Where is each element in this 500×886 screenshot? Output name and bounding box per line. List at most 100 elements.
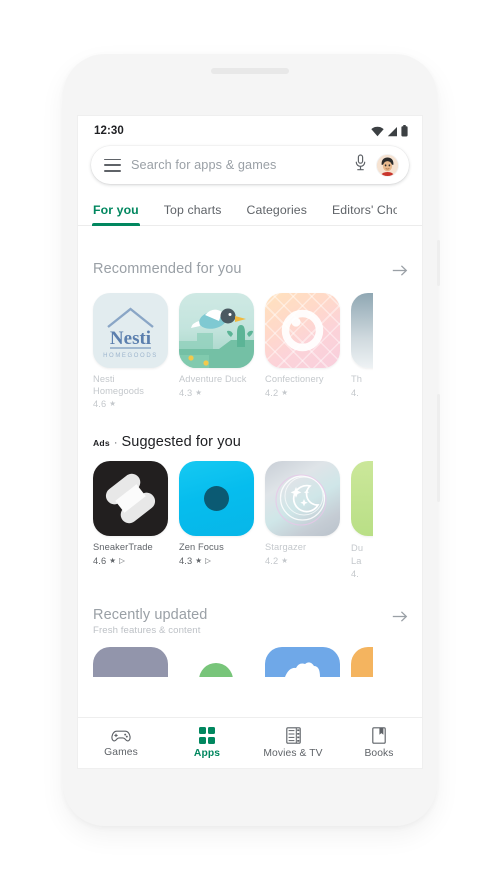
film-strip-icon (285, 727, 301, 744)
peek-app-icon-4[interactable] (351, 647, 373, 678)
wifi-icon (371, 126, 384, 136)
star-icon: ★ (109, 556, 117, 566)
svg-text:Nesti: Nesti (110, 328, 151, 349)
rating-value: 4.2 (265, 555, 279, 566)
app-rating: 4.2 ★ (265, 388, 340, 398)
screenshot-root: 12:30 Search for apps & games For you To… (0, 0, 500, 886)
power-button[interactable] (437, 394, 440, 502)
rating-value: 4.6 (93, 399, 107, 410)
microphone-icon[interactable] (354, 154, 367, 176)
recently-updated-subtitle: Fresh features & content (93, 625, 201, 637)
nav-item-books[interactable]: Books (336, 727, 422, 759)
ad-badge-icon: ▷ (205, 556, 211, 566)
nav-item-apps[interactable]: Apps (164, 727, 250, 759)
peek-app-icon-2[interactable] (179, 647, 254, 678)
user-avatar[interactable] (377, 154, 398, 176)
battery-icon (401, 125, 408, 137)
sneakertrade-icon (93, 461, 168, 537)
app-card-zen-focus[interactable]: Zen Focus 4.3 ★ ▷ (179, 461, 254, 579)
section-recommended: Recommended for you Nesti HOMEGOODS Nest… (78, 260, 422, 409)
separator-dot: · (113, 437, 118, 450)
content-scroll-area[interactable]: Recommended for you Nesti HOMEGOODS Nest… (78, 244, 422, 718)
nav-item-games[interactable]: Games (78, 729, 164, 758)
app-card-partial[interactable]: Th 4. (351, 293, 373, 409)
section-recently-updated: Recently updated Fresh features & conten… (78, 606, 422, 678)
peek-app-icon-3[interactable] (265, 647, 340, 678)
rating-value: 4. (351, 387, 359, 398)
app-name: Du La (351, 543, 364, 566)
app-rating: 4. (351, 569, 373, 579)
rating-value: 4.3 (179, 387, 193, 398)
ads-badge: Ads (93, 438, 110, 449)
recently-updated-app-row[interactable] (93, 647, 422, 678)
app-name: Nesti Homegoods (93, 374, 145, 396)
phone-screen: 12:30 Search for apps & games For you To… (78, 116, 422, 768)
rating-value: 4.2 (265, 387, 279, 398)
nav-label: Apps (193, 747, 221, 759)
app-rating: 4.6 ★ ▷ (93, 556, 168, 566)
status-time: 12:30 (94, 125, 124, 137)
recommended-title: Recommended for you (93, 261, 242, 277)
book-bookmark-icon (372, 727, 386, 744)
search-bar[interactable]: Search for apps & games (91, 146, 409, 184)
signal-icon (387, 126, 397, 136)
bottom-navigation-bar: Games Apps Movies & TV Books (78, 717, 422, 768)
app-card-partial-ad[interactable]: Du La 4. (351, 461, 373, 579)
hamburger-menu-icon[interactable] (104, 158, 121, 172)
zen-focus-icon (179, 461, 254, 537)
nav-item-movies-tv[interactable]: Movies & TV (250, 727, 336, 759)
partial-app-icon (351, 293, 373, 368)
adventure-duck-icon (179, 293, 254, 368)
apps-grid-icon (198, 727, 216, 744)
star-icon: ★ (195, 387, 203, 397)
tab-editors-choice[interactable]: Editors' Choi (332, 203, 397, 225)
tab-categories[interactable]: Categories (247, 203, 307, 225)
app-name: Adventure Duck (179, 374, 247, 384)
app-rating: 4.6 ★ (93, 399, 168, 409)
status-bar: 12:30 (78, 116, 422, 146)
peek-app-icon-1[interactable] (93, 647, 168, 678)
recently-updated-header: Recently updated Fresh features & conten… (93, 606, 422, 636)
rating-value: 4.3 (179, 555, 193, 566)
confectionery-icon (265, 293, 340, 368)
nav-label: Books (364, 748, 394, 759)
recommended-header: Recommended for you (93, 260, 422, 282)
rating-value: 4.6 (93, 555, 107, 566)
volume-button[interactable] (437, 240, 440, 286)
app-rating: 4. (351, 388, 373, 398)
app-rating: 4.3 ★ ▷ (179, 556, 254, 566)
search-bar-container: Search for apps & games (78, 146, 422, 184)
ad-badge-icon: ▷ (119, 556, 125, 566)
search-input[interactable]: Search for apps & games (131, 158, 344, 172)
recently-updated-text-block: Recently updated Fresh features & conten… (93, 606, 207, 636)
tab-top-charts[interactable]: Top charts (164, 203, 222, 225)
app-name: Zen Focus (179, 542, 224, 553)
status-icon-group (371, 125, 408, 137)
star-icon: ★ (109, 399, 117, 409)
app-card-adventure-duck[interactable]: Adventure Duck 4.3 ★ (179, 293, 254, 409)
app-card-nesti-homegoods[interactable]: Nesti HOMEGOODS Nesti Homegoods 4.6 ★ (93, 293, 168, 409)
recommended-app-row[interactable]: Nesti HOMEGOODS Nesti Homegoods 4.6 ★ Ad… (93, 293, 422, 409)
app-card-stargazer[interactable]: Stargazer 4.2 ★ (265, 461, 340, 579)
nesti-homegoods-icon: Nesti HOMEGOODS (93, 293, 168, 368)
app-rating: 4.3 ★ (179, 388, 254, 398)
app-rating: 4.2 ★ (265, 556, 340, 566)
suggested-header: Ads · Suggested for you (93, 434, 422, 450)
rating-value: 4. (351, 569, 359, 580)
nav-label: Movies & TV (263, 748, 323, 759)
suggested-app-row[interactable]: SneakerTrade 4.6 ★ ▷ Zen Focus 4.3 ★ ▷ S… (93, 461, 422, 579)
tab-for-you[interactable]: For you (92, 203, 140, 226)
arrow-right-icon[interactable] (392, 264, 408, 282)
gamepad-icon (111, 730, 131, 741)
app-card-confectionery[interactable]: Confectionery 4.2 ★ (265, 293, 340, 409)
arrow-right-icon[interactable] (392, 610, 408, 628)
app-name: Confectionery (265, 374, 324, 384)
app-card-sneakertrade[interactable]: SneakerTrade 4.6 ★ ▷ (93, 461, 168, 579)
stargazer-icon (265, 461, 340, 537)
category-tabs: For you Top charts Categories Editors' C… (78, 195, 422, 226)
section-suggested-ads: Ads · Suggested for you SneakerTrade 4.6… (78, 434, 422, 579)
nav-label: Games (104, 746, 138, 758)
partial-ad-icon (351, 461, 373, 537)
star-icon: ★ (281, 556, 289, 566)
star-icon: ★ (195, 556, 203, 566)
